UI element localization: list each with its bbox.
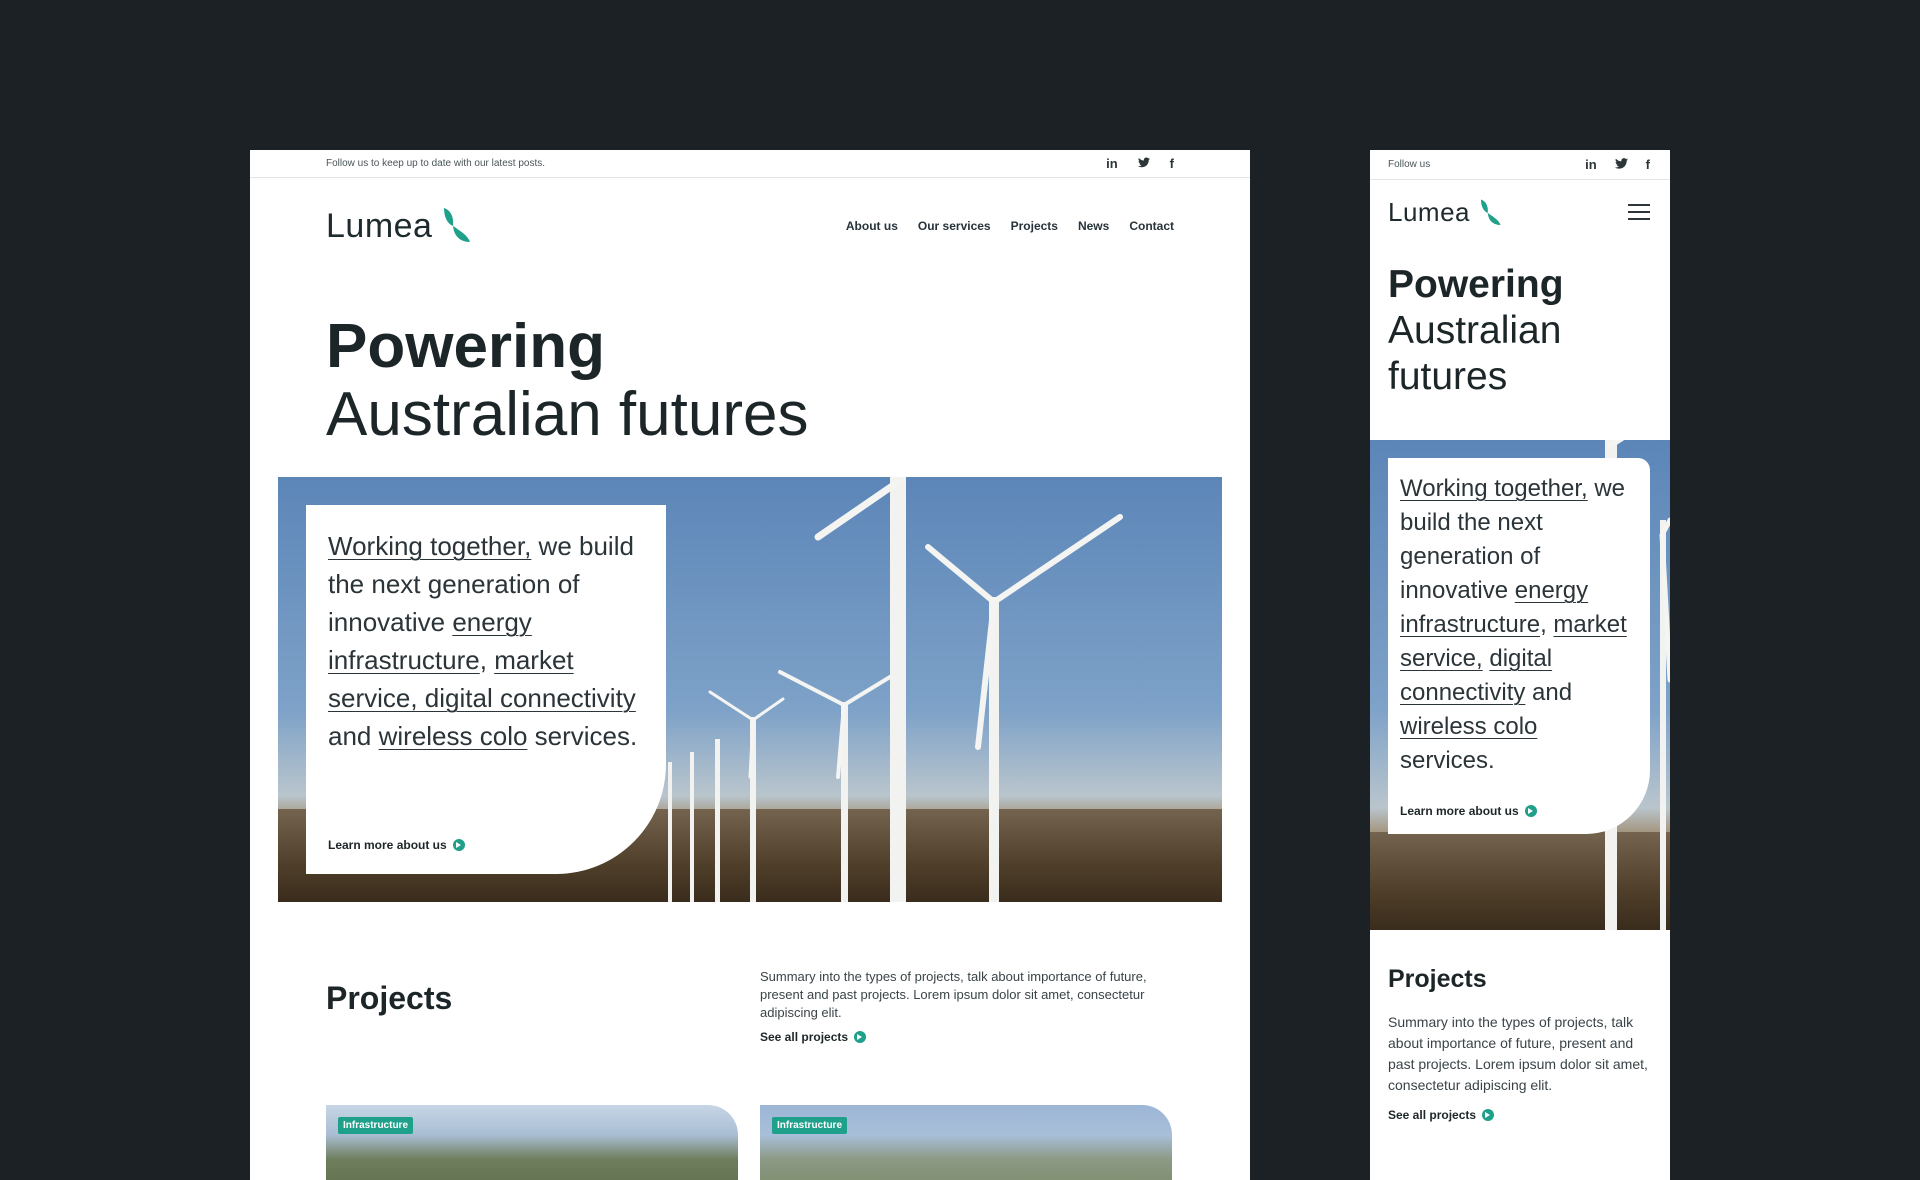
- twitter-icon[interactable]: [1137, 156, 1150, 171]
- hero-heading: Powering Australian futures: [1370, 244, 1670, 400]
- linkedin-icon[interactable]: in: [1585, 157, 1597, 172]
- follow-text: Follow us to keep up to date with our la…: [326, 158, 546, 169]
- hero-wind-farm-image: Working together, we build the next gene…: [278, 477, 1222, 902]
- logo-wordmark: Lumea: [326, 206, 433, 245]
- nav-contact[interactable]: Contact: [1129, 219, 1174, 233]
- working-together-link[interactable]: Working together,: [328, 531, 531, 561]
- hero-heading: Powering Australian futures: [250, 273, 1250, 449]
- arrow-circle-icon: [452, 839, 465, 851]
- intro-card: Working together, we build the next gene…: [1388, 458, 1650, 834]
- linkedin-icon[interactable]: in: [1106, 156, 1118, 171]
- twitter-icon[interactable]: [1614, 157, 1628, 172]
- nav-news[interactable]: News: [1078, 219, 1109, 233]
- facebook-icon[interactable]: f: [1170, 156, 1174, 171]
- learn-more-link[interactable]: Learn more about us: [328, 838, 465, 852]
- social-links: in f: [1585, 157, 1650, 172]
- main-nav: About us Our services Projects News Cont…: [846, 219, 1174, 233]
- hero-wind-farm-image: Working together, we build the next gene…: [1370, 440, 1670, 930]
- nav-our-services[interactable]: Our services: [918, 219, 991, 233]
- top-bar: Follow us to keep up to date with our la…: [250, 150, 1250, 178]
- follow-text: Follow us: [1388, 159, 1431, 170]
- project-card[interactable]: Infrastructure: [326, 1105, 738, 1180]
- see-all-projects-link[interactable]: See all projects: [760, 1030, 867, 1044]
- nav-about-us[interactable]: About us: [846, 219, 898, 233]
- projects-title: Projects: [326, 980, 453, 1016]
- menu-icon[interactable]: [1628, 204, 1650, 220]
- logo[interactable]: Lumea: [326, 206, 472, 246]
- wireless-colo-link[interactable]: wireless colo: [1400, 713, 1537, 740]
- category-tag: Infrastructure: [772, 1117, 848, 1134]
- arrow-circle-icon: [1524, 805, 1537, 817]
- projects-summary: Summary into the types of projects, talk…: [1388, 1014, 1648, 1093]
- leaf-logo-icon: [444, 207, 471, 242]
- arrow-circle-icon: [1482, 1109, 1495, 1121]
- mobile-preview: Follow us in f Lumea Powering Australian…: [1370, 150, 1670, 1180]
- logo-wordmark: Lumea: [1388, 196, 1470, 227]
- logo[interactable]: Lumea: [1388, 197, 1502, 228]
- projects-summary: Summary into the types of projects, talk…: [760, 969, 1147, 1020]
- intro-text: Working together, we build the next gene…: [1400, 475, 1627, 774]
- desktop-preview: Follow us to keep up to date with our la…: [250, 150, 1250, 1180]
- see-all-projects-link[interactable]: See all projects: [1388, 1108, 1652, 1122]
- site-header: Lumea: [1370, 180, 1670, 244]
- nav-projects[interactable]: Projects: [1011, 219, 1058, 233]
- hero-line-1: Powering: [1388, 263, 1564, 306]
- projects-section: Projects Summary into the types of proje…: [1388, 965, 1652, 1122]
- arrow-circle-icon: [854, 1031, 867, 1043]
- project-card[interactable]: Infrastructure: [760, 1105, 1172, 1180]
- facebook-icon[interactable]: f: [1646, 157, 1650, 172]
- hero-line-3: futures: [1388, 355, 1508, 398]
- working-together-link[interactable]: Working together,: [1400, 475, 1588, 502]
- intro-card: Working together, we build the next gene…: [306, 505, 666, 874]
- site-header: Lumea About us Our services Projects New…: [250, 178, 1250, 273]
- intro-text: Working together, we build the next gene…: [328, 531, 638, 751]
- social-links: in f: [1106, 156, 1174, 171]
- projects-title: Projects: [1388, 965, 1487, 993]
- wireless-colo-link[interactable]: wireless colo: [379, 721, 528, 751]
- top-bar: Follow us in f: [1370, 150, 1670, 180]
- learn-more-link[interactable]: Learn more about us: [1400, 804, 1537, 818]
- leaf-logo-icon: [1481, 199, 1501, 225]
- category-tag: Infrastructure: [338, 1117, 414, 1134]
- hero-line-1: Powering: [326, 312, 606, 381]
- hero-line-2: Australian: [1388, 309, 1562, 352]
- hero-line-2: Australian futures: [326, 380, 809, 449]
